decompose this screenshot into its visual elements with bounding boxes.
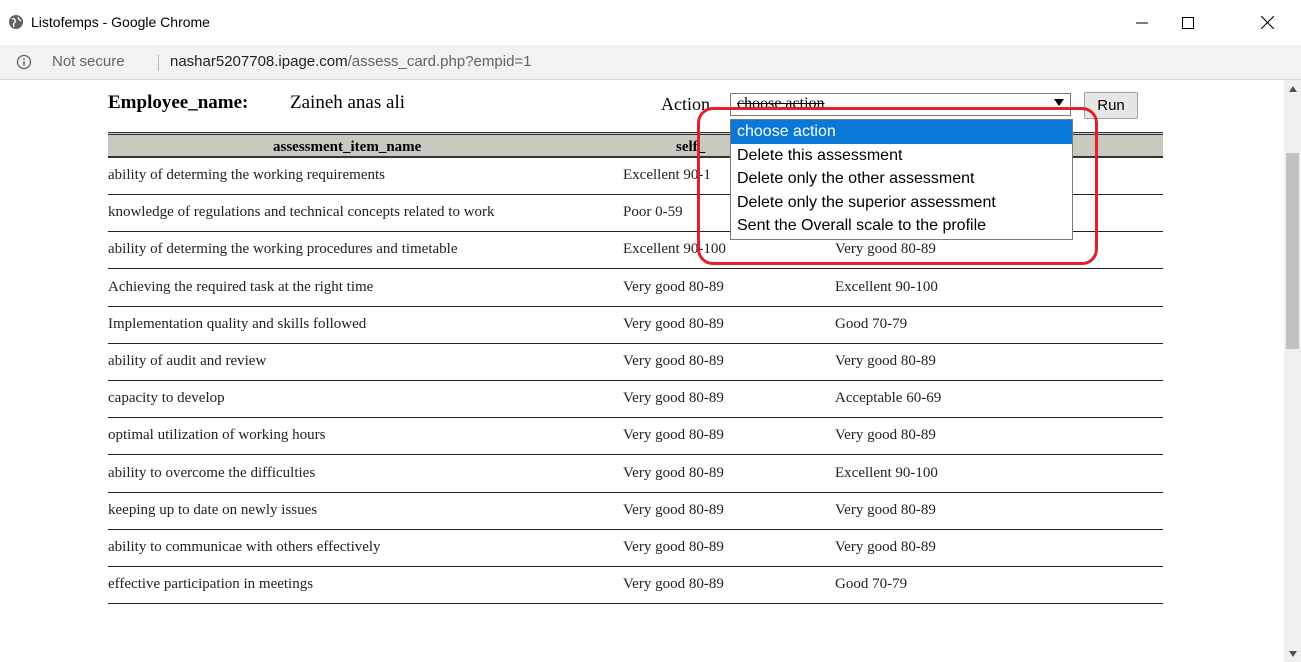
window-title: Listofemps - Google Chrome [31, 14, 210, 30]
cell-item-name: ability to communicae with others effect… [108, 539, 381, 555]
cell-other-score: Very good 80-89 [835, 353, 936, 369]
cell-self-score: Very good 80-89 [623, 501, 724, 518]
cell-other-score: Acceptable 60-69 [835, 390, 942, 407]
table-row: capacity to develop Very good 80-89 Accept… [108, 381, 1163, 419]
option-delete-other-assessment[interactable]: Delete only the other assessment [731, 167, 1072, 191]
cell-other-score: Good 70-79 [835, 576, 908, 593]
table-row: Implementation quality and skills follow… [108, 307, 1163, 344]
table-row: ability of audit and review Very good 80-… [108, 344, 1163, 381]
cell-self-score: Excellent 90-100 [623, 241, 726, 258]
url-path: /assess_card.php?empid=1 [347, 53, 532, 70]
globe-icon [9, 15, 23, 29]
run-button[interactable]: Run [1084, 92, 1138, 119]
cell-item-name: optimal utilization of working hours [108, 427, 326, 444]
url-text[interactable]: nashar5207708.ipage.com/assess_card.php?… [170, 53, 532, 70]
address-bar[interactable]: Not secure nashar5207708.ipage.com/asses… [0, 45, 1301, 80]
action-label: Action [661, 94, 710, 114]
option-delete-superior-assessment[interactable]: Delete only the superior assessment [731, 191, 1072, 215]
table-row: keeping up to date on newly issues Very g… [108, 493, 1163, 530]
table-row: ability to communicae with others effect… [108, 530, 1163, 567]
cell-item-name: capacity to develop [108, 390, 225, 407]
cell-other-score: Excellent 90-100 [835, 278, 938, 295]
action-select[interactable]: choose action [730, 93, 1071, 116]
table-row: optimal utilization of working hours Very… [108, 418, 1163, 456]
scroll-up-button[interactable] [1284, 80, 1301, 97]
cell-item-name: knowledge of regulations and technical c… [108, 204, 495, 221]
url-host: nashar5207708.ipage.com [170, 53, 348, 70]
window-titlebar: Listofemps - Google Chrome [0, 0, 1301, 45]
cell-self-score: Very good 80-89 [623, 315, 724, 332]
cell-item-name: effective participation in meetings [108, 576, 314, 593]
vertical-scrollbar[interactable] [1284, 80, 1301, 662]
cell-other-score: Excellent 90-100 [835, 464, 938, 481]
cell-other-score: Very good 80-89 [835, 539, 936, 555]
cell-self-score: Very good 80-89 [623, 464, 724, 481]
option-send-overall-scale[interactable]: Sent the Overall scale to the profile [731, 214, 1072, 238]
table-row: effective participation in meetings Very … [108, 567, 1163, 605]
cell-self-score: Excellent 90-1 [623, 167, 711, 183]
minimize-button[interactable] [1119, 0, 1165, 45]
page-viewport: Employee_name: Zaineh anas ali Action ch… [0, 80, 1284, 662]
maximize-button[interactable] [1165, 0, 1211, 45]
scroll-down-button[interactable] [1284, 645, 1301, 662]
maximize-icon [1182, 16, 1194, 29]
cell-self-score: Very good 80-89 [623, 390, 724, 407]
header-self: self_ [676, 139, 706, 155]
cell-item-name: ability of audit and review [108, 353, 267, 369]
cell-self-score: Very good 80-89 [623, 576, 724, 593]
table-row: ability to overcome the difficulties Very… [108, 456, 1163, 493]
cell-item-name: Achieving the required task at the right… [108, 278, 374, 295]
info-icon[interactable] [16, 54, 32, 70]
cell-self-score: Very good 80-89 [623, 353, 724, 369]
cell-self-score: Very good 80-89 [623, 427, 724, 444]
cell-other-score: Very good 80-89 [835, 501, 936, 518]
cell-item-name: ability of determing the working procedu… [108, 241, 458, 258]
cell-other-score: Good 70-79 [835, 315, 908, 332]
action-dropdown-list[interactable]: choose action Delete this assessment Del… [730, 119, 1073, 240]
header-assessment-item-name: assessment_item_name [273, 139, 422, 155]
cell-item-name: keeping up to date on newly issues [108, 501, 318, 518]
arrow-down-icon [1288, 650, 1297, 657]
option-delete-this-assessment[interactable]: Delete this assessment [731, 144, 1072, 168]
arrow-up-icon [1288, 85, 1297, 92]
employee-name-label: Employee_name: [108, 92, 249, 113]
cell-item-name: ability to overcome the difficulties [108, 464, 316, 481]
cell-self-score: Very good 80-89 [623, 539, 724, 555]
not-secure-label: Not secure [52, 53, 125, 70]
cell-item-name: Implementation quality and skills follow… [108, 315, 367, 332]
minimize-icon [1136, 22, 1148, 23]
cell-item-name: ability of determing the working require… [108, 167, 386, 183]
table-row: Achieving the required task at the right… [108, 270, 1163, 307]
cell-other-score: Very good 80-89 [835, 427, 936, 444]
close-icon [1260, 16, 1274, 29]
action-select-value: choose action [737, 95, 825, 112]
close-button[interactable] [1244, 0, 1290, 45]
dropdown-arrow-icon [1054, 99, 1064, 106]
scrollbar-thumb[interactable] [1286, 153, 1299, 349]
address-separator [158, 55, 159, 71]
option-choose-action[interactable]: choose action [731, 120, 1072, 144]
cell-self-score: Very good 80-89 [623, 278, 724, 295]
cell-other-score: Very good 80-89 [835, 241, 936, 258]
employee-name-value: Zaineh anas ali [290, 92, 406, 113]
cell-self-score: Poor 0-59 [623, 204, 683, 221]
